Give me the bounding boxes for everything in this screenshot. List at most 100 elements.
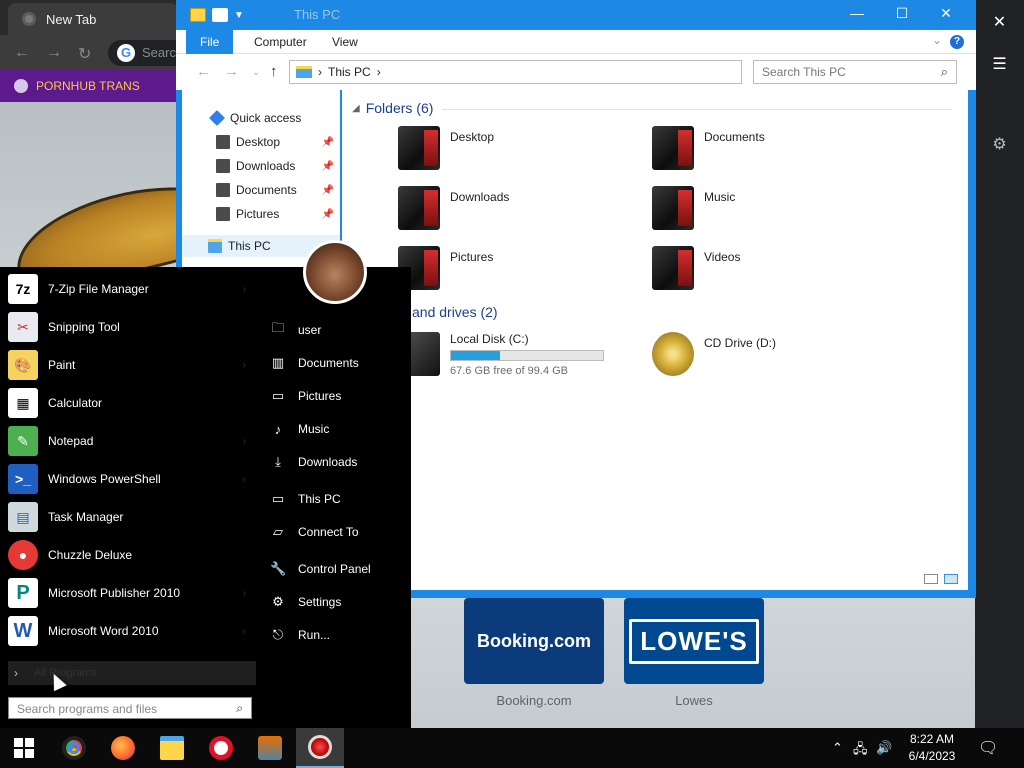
pin-icon[interactable]: 📌 — [322, 161, 334, 172]
taskbar-start-menu-app[interactable] — [296, 728, 344, 768]
pin-icon[interactable]: 📌 — [322, 185, 334, 196]
chevron-down-icon[interactable]: ⌄ — [932, 33, 942, 47]
nav-item-documents[interactable]: Documents 📌 — [182, 179, 340, 201]
palette-icon: 🎨 — [8, 350, 38, 380]
breadcrumb[interactable]: This PC — [328, 65, 371, 79]
start-item-run[interactable]: ⎋ Run... — [270, 623, 330, 647]
folder-icon — [160, 736, 184, 760]
reload-icon[interactable]: ↻ — [78, 44, 91, 64]
close-icon[interactable]: ✕ — [975, 12, 1024, 32]
drive-c[interactable]: Local Disk (C:) 67.6 GB free of 99.4 GB — [398, 332, 604, 380]
app-calculator[interactable]: ▦ Calculator — [8, 385, 256, 421]
start-item-user[interactable]: 🗀 user — [270, 318, 321, 342]
folder-music[interactable]: Music — [652, 186, 882, 234]
minimize-icon[interactable]: — — [842, 5, 872, 21]
start-item-this-pc[interactable]: ▭ This PC — [270, 487, 341, 511]
back-icon[interactable]: ← — [196, 63, 211, 80]
this-pc-icon — [208, 239, 222, 253]
start-search-input[interactable]: Search programs and files ⌕ — [8, 697, 252, 719]
menu-icon[interactable]: ☰ — [975, 54, 1024, 74]
back-icon[interactable]: ← — [14, 44, 30, 62]
address-field[interactable]: › This PC › — [289, 60, 742, 84]
lowes-logo: LOWE'S — [629, 618, 759, 664]
pin-icon[interactable]: 📌 — [322, 137, 334, 148]
start-item-settings[interactable]: ⚙ Settings — [270, 590, 341, 614]
shortcut-tile-lowes[interactable]: LOWE'S — [624, 598, 764, 684]
chevron-down-icon[interactable]: ▼ — [234, 10, 244, 21]
start-item-documents[interactable]: ▥ Documents — [270, 351, 359, 375]
quick-access-toolbar: ▼ — [190, 6, 244, 24]
nav-item-downloads[interactable]: Downloads 📌 — [182, 155, 340, 177]
start-item-control-panel[interactable]: 🔧 Control Panel — [270, 557, 371, 581]
nav-item-desktop[interactable]: Desktop 📌 — [182, 131, 340, 153]
clock[interactable]: 8:22 AM 6/4/2023 — [888, 731, 976, 765]
network-icon[interactable]: 🖧 — [853, 740, 868, 762]
start-item-music[interactable]: ♪ Music — [270, 417, 330, 441]
start-search-placeholder: Search programs and files — [17, 702, 158, 716]
folder-icon[interactable] — [190, 8, 206, 22]
forward-icon[interactable]: → — [224, 63, 239, 80]
app-word[interactable]: W Microsoft Word 2010 › — [8, 613, 256, 649]
drive-label: CD Drive (D:) — [704, 336, 776, 350]
shortcut-tile-booking[interactable]: Booking.com — [464, 598, 604, 684]
all-programs-button[interactable]: › All Programs — [8, 661, 256, 685]
drive-d[interactable]: CD Drive (D:) — [652, 332, 776, 380]
start-button[interactable] — [0, 728, 48, 768]
tile-label-lowes: Lowes — [675, 693, 713, 708]
folders-group-title: Folders (6) — [365, 100, 434, 116]
taskbar-firefox[interactable] — [99, 728, 147, 768]
up-icon[interactable]: ↑ — [270, 63, 278, 80]
app-powershell[interactable]: >_ Windows PowerShell › — [8, 461, 256, 497]
tab-computer[interactable]: Computer — [240, 30, 321, 54]
folder-videos[interactable]: Videos — [652, 246, 882, 294]
7zip-icon: 7z — [8, 274, 38, 304]
notification-icon[interactable]: 🗨 — [978, 738, 998, 758]
taskbar-java[interactable] — [246, 728, 294, 768]
user-avatar[interactable] — [303, 240, 367, 304]
app-chuzzle[interactable]: ● Chuzzle Deluxe — [8, 537, 256, 573]
start-item-downloads[interactable]: ⤓ Downloads — [270, 450, 357, 474]
app-publisher[interactable]: P Microsoft Publisher 2010 › — [8, 575, 256, 611]
app-paint[interactable]: 🎨 Paint › — [8, 347, 256, 383]
new-folder-icon[interactable] — [212, 8, 228, 22]
nav-quick-access-label: Quick access — [230, 111, 302, 125]
taskbar-chrome[interactable] — [50, 728, 98, 768]
task-manager-icon: ▤ — [8, 502, 38, 532]
maximize-icon[interactable]: ☐ — [887, 5, 917, 22]
wrench-icon: 🔧 — [270, 561, 287, 576]
app-task-manager[interactable]: ▤ Task Manager — [8, 499, 256, 535]
nav-quick-access[interactable]: Quick access — [182, 107, 340, 129]
app-notepad[interactable]: ✎ Notepad › — [8, 423, 256, 459]
tab-file[interactable]: File — [186, 30, 234, 54]
recent-chevron-icon[interactable]: ⌄ — [252, 67, 260, 78]
search-placeholder: Search This PC — [762, 65, 846, 79]
taskbar-opera[interactable] — [197, 728, 245, 768]
gear-icon[interactable]: ⚙ — [975, 134, 1024, 154]
forward-icon[interactable]: → — [46, 44, 62, 62]
search-input[interactable]: Search This PC ⌕ — [753, 60, 957, 84]
large-icons-view-icon[interactable] — [944, 574, 958, 584]
folder-pictures[interactable]: Pictures — [398, 246, 628, 294]
folder-documents[interactable]: Documents — [652, 126, 882, 174]
google-icon: G — [117, 44, 135, 62]
browser-tab[interactable]: New Tab — [8, 3, 178, 35]
close-icon[interactable]: ✕ — [931, 5, 961, 22]
taskbar: ⌃ 🖧 🔊 8:22 AM 6/4/2023 🗨 — [0, 728, 1024, 768]
taskbar-explorer[interactable] — [148, 728, 196, 768]
start-item-pictures[interactable]: ▭ Pictures — [270, 384, 342, 408]
folders-group-header[interactable]: ◢ Folders (6) — [352, 100, 952, 116]
drives-group-header[interactable]: and drives (2) — [412, 304, 498, 320]
app-snipping-tool[interactable]: ✂ Snipping Tool — [8, 309, 256, 345]
help-icon[interactable]: ? — [950, 35, 964, 49]
nav-item-pictures[interactable]: Pictures 📌 — [182, 203, 340, 225]
folder-desktop[interactable]: Desktop — [398, 126, 628, 174]
folder-downloads[interactable]: Downloads — [398, 186, 628, 234]
details-view-icon[interactable] — [924, 574, 938, 584]
app-7zip[interactable]: 7z 7-Zip File Manager › — [8, 271, 256, 307]
start-item-connect-to[interactable]: ▱ Connect To — [270, 520, 359, 544]
pin-icon[interactable]: 📌 — [322, 209, 334, 220]
tab-view[interactable]: View — [318, 30, 372, 54]
explorer-titlebar[interactable]: ▼ This PC — ☐ ✕ — [176, 0, 976, 30]
bookmark-item[interactable]: PORNHUB TRANS — [36, 79, 140, 93]
tray-expand-icon[interactable]: ⌃ — [832, 740, 843, 756]
